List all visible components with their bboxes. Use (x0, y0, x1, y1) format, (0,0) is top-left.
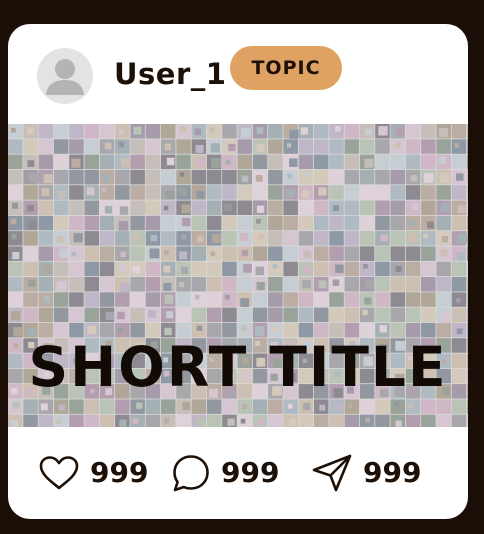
media-title: SHORT TITLE (28, 335, 448, 399)
share-count: 999 (363, 456, 422, 489)
post-card: User_1 TOPIC SHORT TITLE 999 999 999 (8, 24, 468, 519)
comment-count: 999 (221, 456, 280, 489)
action-bar: 999 999 999 (8, 427, 468, 519)
comment-button[interactable]: 999 (171, 453, 279, 493)
user-silhouette-icon (46, 59, 84, 95)
like-button[interactable]: 999 (38, 453, 148, 493)
username[interactable]: User_1 (114, 56, 226, 92)
avatar[interactable] (37, 48, 93, 104)
like-count: 999 (90, 456, 149, 489)
comment-icon (173, 455, 209, 492)
heart-icon (39, 456, 79, 490)
topic-badge[interactable]: TOPIC (230, 46, 342, 90)
paper-plane-icon (312, 454, 352, 492)
share-button[interactable]: 999 (311, 453, 421, 493)
post-header: User_1 TOPIC (8, 24, 468, 124)
post-media[interactable]: SHORT TITLE (8, 124, 468, 427)
